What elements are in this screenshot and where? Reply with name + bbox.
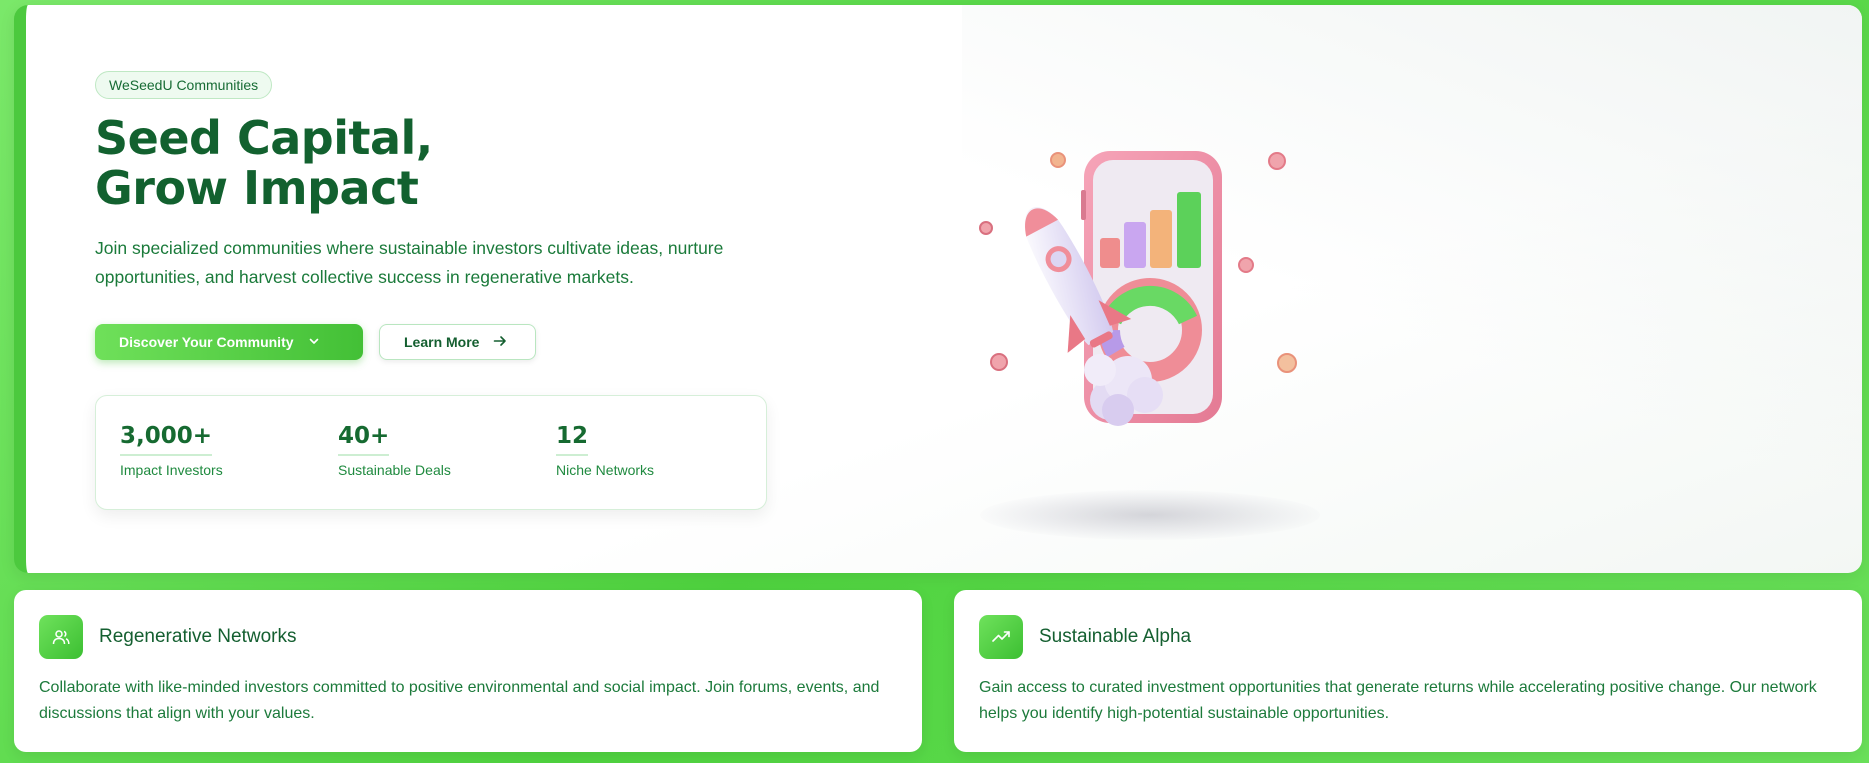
card-title: Regenerative Networks xyxy=(99,626,297,647)
community-badge: WeSeedU Communities xyxy=(95,71,273,99)
stat-label: Sustainable Deals xyxy=(338,462,451,478)
stat-label: Impact Investors xyxy=(120,462,223,478)
arrow-right-icon xyxy=(493,334,507,350)
stat-sustainable-deals: 40+ Sustainable Deals xyxy=(338,423,451,478)
stat-label: Niche Networks xyxy=(556,462,655,478)
learn-more-label: Learn More xyxy=(404,334,480,350)
discover-community-label: Discover Your Community xyxy=(119,334,294,350)
hero-headline: Seed Capital, Grow Impact xyxy=(95,113,695,213)
chevron-down-icon xyxy=(308,334,320,350)
stats-panel: 3,000+ Impact Investors 40+ Sustainable … xyxy=(95,395,767,510)
learn-more-button[interactable]: Learn More xyxy=(379,324,536,360)
stat-impact-investors: 3,000+ Impact Investors xyxy=(120,423,223,478)
headline-line-1: Seed Capital, xyxy=(95,111,433,165)
card-title: Sustainable Alpha xyxy=(1039,626,1192,647)
sustainable-alpha-card: Sustainable Alpha Gain access to curated… xyxy=(954,590,1862,752)
stat-value: 12 xyxy=(556,423,589,456)
stat-value: 3,000+ xyxy=(120,423,213,456)
discover-community-button[interactable]: Discover Your Community xyxy=(95,324,363,360)
rocket-phone-growth-chart-icon xyxy=(960,130,1320,550)
headline-line-2: Grow Impact xyxy=(95,161,419,215)
card-description: Gain access to curated investment opport… xyxy=(979,679,1817,722)
regenerative-networks-card: Regenerative Networks Collaborate with l… xyxy=(14,590,922,752)
stat-niche-networks: 12 Niche Networks xyxy=(556,423,654,478)
stat-value: 40+ xyxy=(338,423,390,456)
card-description: Collaborate with like-minded investors c… xyxy=(39,679,880,722)
hero-description: Join specialized communities where susta… xyxy=(95,238,724,287)
hero-section: WeSeedU Communities Seed Capital, Grow I… xyxy=(14,5,1862,573)
users-icon xyxy=(39,615,83,659)
trending-up-icon xyxy=(979,615,1023,659)
